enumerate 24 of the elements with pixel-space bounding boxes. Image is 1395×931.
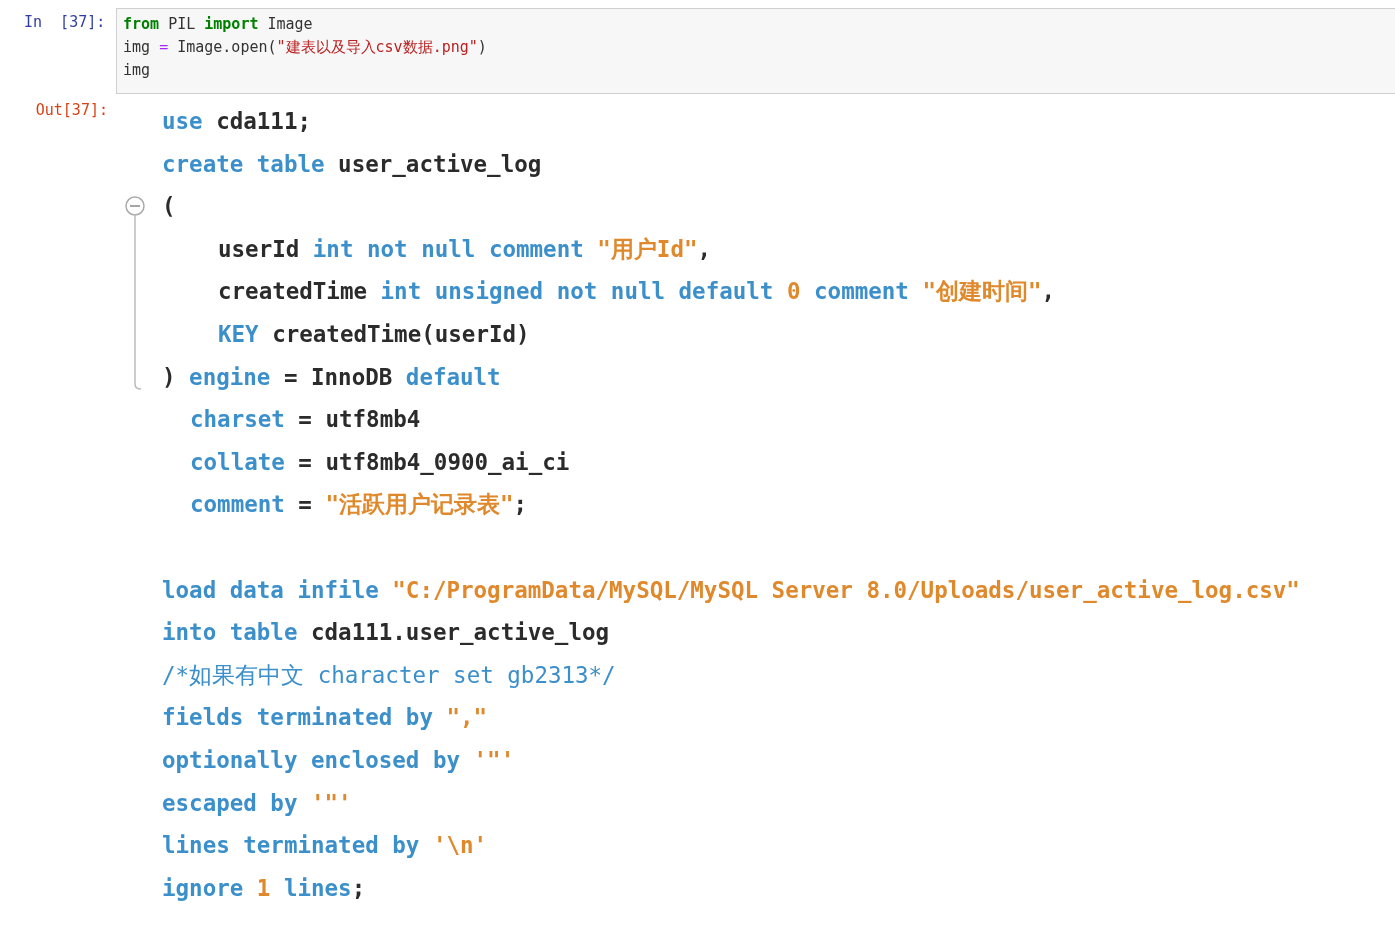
code-line: ignore 1 lines; — [162, 873, 366, 903]
code-line: img — [123, 60, 151, 81]
code-input-box[interactable]: from PIL import Image img = Image.open("建表以及导入csv数据.png") img — [116, 8, 1395, 94]
code-line: comment = "活跃用户记录表"; — [189, 490, 528, 520]
code-line: createdTime int unsigned not null default 0 comment "创建时间", — [217, 277, 1056, 307]
code-line: collate = utf8mb4_0900_ai_ci — [189, 447, 570, 477]
code-line: charset = utf8mb4 — [189, 405, 421, 435]
code-line: KEY createdTime(userId) — [217, 319, 530, 349]
code-line: ( — [162, 192, 176, 222]
code-line: /*如果有中文 character set gb2313*/ — [162, 660, 616, 690]
code-line: lines terminated by '\n' — [162, 831, 488, 861]
code-line: use cda111; — [162, 107, 311, 136]
code-line: create table user_active_log — [162, 149, 542, 179]
code-line: from PIL import Image — [123, 14, 313, 35]
input-prompt: In [37]: — [23, 12, 107, 33]
output-prompt: Out[37]: — [34, 100, 109, 119]
code-line: img = Image.open("建表以及导入csv数据.png") — [123, 37, 487, 58]
code-line: optionally enclosed by '"' — [162, 745, 515, 775]
code-line: load data infile "C:/ProgramData/MySQL/MySQL Server 8.0/Uploads/user_active_log.csv" — [162, 575, 1300, 605]
code-line: ) engine = InnoDB default — [162, 362, 501, 392]
code-line: into table cda111.user_active_log — [162, 618, 610, 648]
code-line: escaped by '"' — [162, 788, 352, 818]
code-line: fields terminated by "," — [162, 703, 488, 733]
code-line: userId int not null comment "用户Id", — [217, 234, 712, 264]
